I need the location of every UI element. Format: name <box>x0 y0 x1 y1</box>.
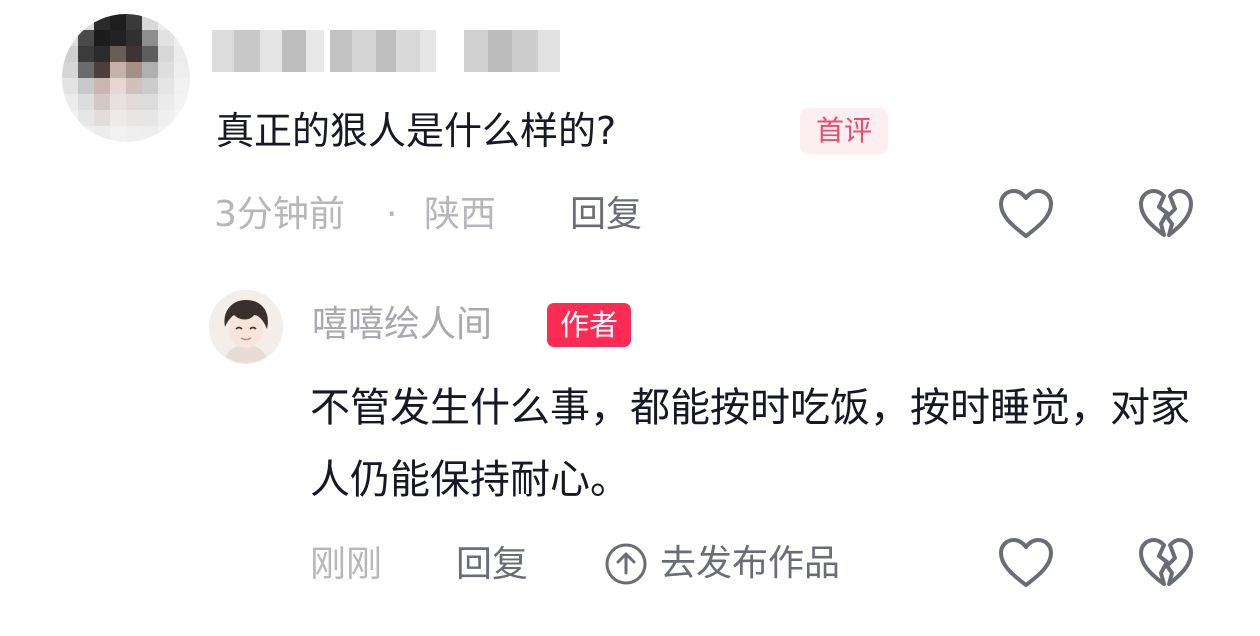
broken-heart-icon <box>1139 538 1193 586</box>
author-name[interactable]: 嘻嘻绘人间 <box>312 300 492 350</box>
comment-text: 真正的狠人是什么样的? <box>216 109 617 153</box>
comment-reply-button[interactable]: 回复 <box>570 190 642 240</box>
reply-text: 不管发生什么事，都能按时吃饭，按时睡觉，对家人仍能保持耐心。 <box>310 385 1190 503</box>
reply-reply-button[interactable]: 回复 <box>456 540 528 590</box>
first-comment-badge: 首评 <box>800 108 889 154</box>
arrow-up-circle-icon <box>605 543 647 585</box>
broken-heart-icon <box>1139 189 1193 237</box>
comment-location: 陕西 <box>424 194 497 235</box>
author-avatar[interactable] <box>209 290 283 364</box>
commenter-name-blurred[interactable] <box>212 30 562 72</box>
comment-timestamp: 3分钟前 <box>214 194 345 235</box>
author-badge: 作者 <box>547 303 632 347</box>
reply-dislike-button[interactable] <box>1136 535 1196 591</box>
meta-separator: · <box>386 194 398 235</box>
comment-dislike-button[interactable] <box>1136 186 1196 242</box>
reply-like-button[interactable] <box>996 535 1056 591</box>
heart-outline-icon <box>999 189 1053 238</box>
publish-work-label: 去发布作品 <box>660 543 841 584</box>
publish-work-button[interactable]: 去发布作品 <box>604 538 840 590</box>
heart-outline-icon <box>999 538 1053 587</box>
comment-like-button[interactable] <box>996 186 1056 242</box>
author-avatar-illustration <box>210 291 282 363</box>
commenter-avatar[interactable] <box>62 14 190 142</box>
reply-timestamp: 刚刚 <box>310 544 383 585</box>
